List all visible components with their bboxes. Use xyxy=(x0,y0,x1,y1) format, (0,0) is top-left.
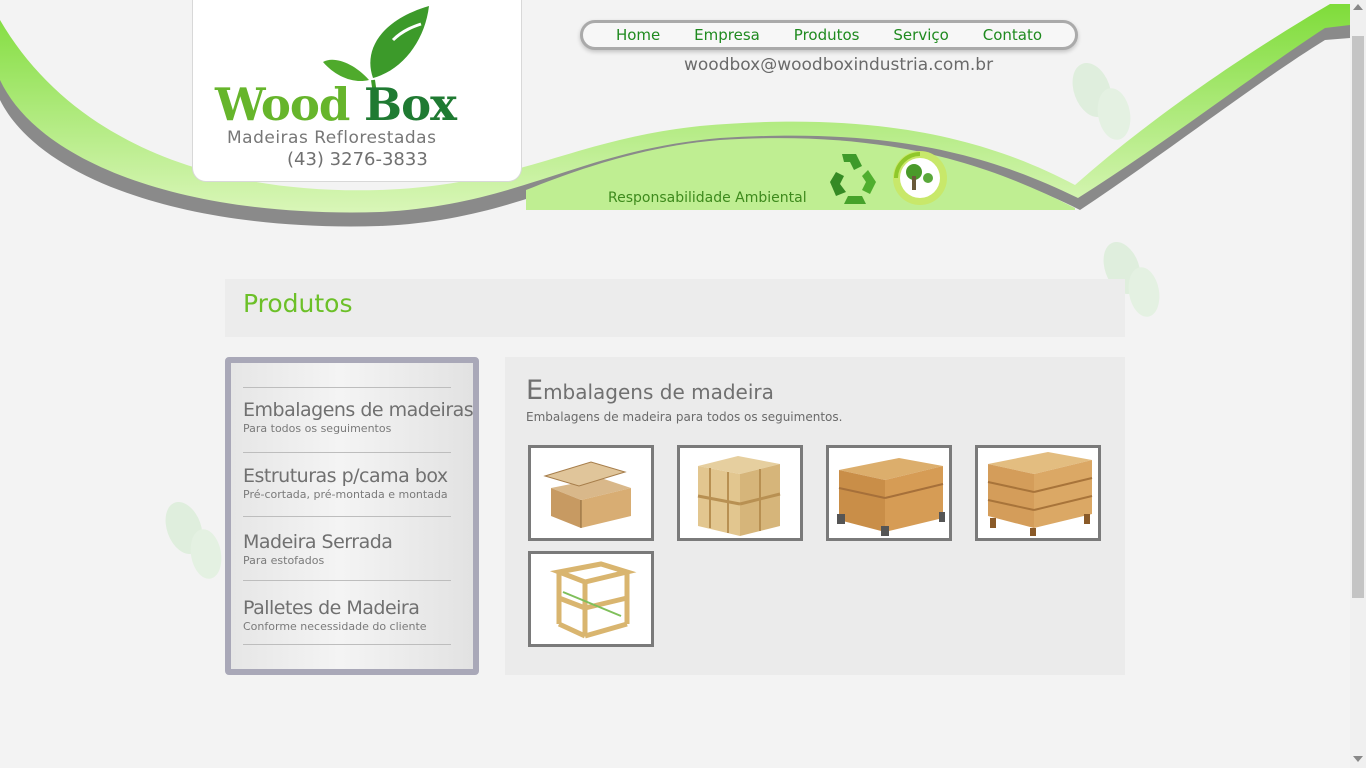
nav-produtos[interactable]: Produtos xyxy=(794,26,860,44)
sidebar-item-embalagens[interactable]: Embalagens de madeiras Para todos os seg… xyxy=(243,399,474,435)
page-title: Produtos xyxy=(243,289,353,318)
content-heading-cap: E xyxy=(526,375,544,406)
page-scrollbar[interactable] xyxy=(1350,0,1366,768)
banner-text: Responsabilidade Ambiental xyxy=(608,190,807,206)
sidebar-divider xyxy=(243,644,451,645)
sidebar-item-title: Estruturas p/cama box xyxy=(243,465,448,487)
logo-tagline: Madeiras Reflorestadas xyxy=(227,128,437,148)
sidebar-divider xyxy=(243,387,451,388)
leaf-decoration-icon xyxy=(1072,62,1131,140)
sidebar-item-title: Palletes de Madeira xyxy=(243,597,420,619)
sidebar-item-subtitle: Pré-cortada, pré-montada e montada xyxy=(243,488,448,501)
phone-number: (43) 3276-3833 xyxy=(287,149,428,170)
logo-wordmark: Wood Box xyxy=(215,78,457,131)
crate-slatted-image xyxy=(531,554,651,644)
sidebar-item-subtitle: Para estofados xyxy=(243,554,325,567)
sidebar-item-palletes[interactable]: Palletes de Madeira Conforme necessidade… xyxy=(243,597,465,633)
logo-card[interactable]: Wood Box Madeiras Reflorestadas (43) 327… xyxy=(192,0,522,182)
nav-contato[interactable]: Contato xyxy=(983,26,1042,44)
main-nav: Home Empresa Produtos Serviço Contato xyxy=(580,20,1078,50)
sidebar-item-estruturas[interactable]: Estruturas p/cama box Pré-cortada, pré-m… xyxy=(243,465,465,501)
leaf-decoration-icon xyxy=(165,501,222,579)
crate-open-image xyxy=(531,448,651,538)
sidebar-item-subtitle: Para todos os seguimentos xyxy=(243,422,392,435)
logo-leaf-icon xyxy=(323,6,429,90)
eco-globe-icon xyxy=(893,151,947,205)
product-thumbnail[interactable] xyxy=(677,445,803,541)
product-thumbnail[interactable] xyxy=(826,445,952,541)
nav-empresa[interactable]: Empresa xyxy=(694,26,760,44)
crate-pallet-image xyxy=(978,448,1098,538)
logo-word-box: Box xyxy=(364,78,457,131)
content-heading: Embalagens de madeira xyxy=(526,375,774,406)
product-thumbnail[interactable] xyxy=(975,445,1101,541)
nav-home[interactable]: Home xyxy=(616,26,660,44)
page-title-bar: Produtos xyxy=(225,279,1125,337)
sidebar-item-title: Embalagens de madeiras xyxy=(243,399,474,421)
content-description: Embalagens de madeira para todos os segu… xyxy=(526,410,843,424)
product-sidebar: Embalagens de madeiras Para todos os seg… xyxy=(225,357,479,675)
sidebar-divider xyxy=(243,452,451,453)
sidebar-item-subtitle: Conforme necessidade do cliente xyxy=(243,620,427,633)
sidebar-divider xyxy=(243,516,451,517)
contact-email[interactable]: woodbox@woodboxindustria.com.br xyxy=(684,55,993,75)
recycle-icon xyxy=(830,154,876,204)
content-heading-rest: mbalagens de madeira xyxy=(543,380,774,404)
sidebar-item-madeira-serrada[interactable]: Madeira Serrada Para estofados xyxy=(243,531,465,567)
product-thumbnail[interactable] xyxy=(528,445,654,541)
sidebar-divider xyxy=(243,580,451,581)
scroll-thumb[interactable] xyxy=(1352,36,1364,598)
product-thumbnail[interactable] xyxy=(528,551,654,647)
product-content: Embalagens de madeira Embalagens de made… xyxy=(505,357,1125,675)
crate-reinforced-image xyxy=(829,448,949,538)
sidebar-item-title: Madeira Serrada xyxy=(243,531,393,553)
scroll-down-icon[interactable] xyxy=(1353,756,1363,762)
scroll-up-icon[interactable] xyxy=(1353,4,1363,10)
crate-closed-image xyxy=(680,448,800,538)
logo-word-wood: Wood xyxy=(215,78,350,131)
nav-servico[interactable]: Serviço xyxy=(893,26,948,44)
